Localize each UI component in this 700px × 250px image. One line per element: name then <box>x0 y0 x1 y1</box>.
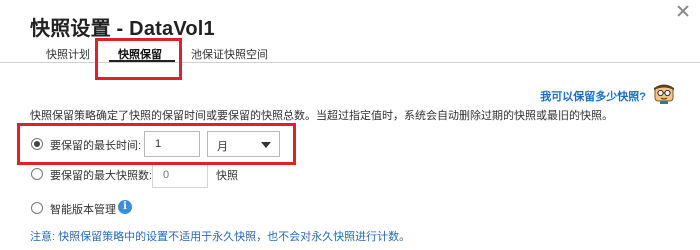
max-count-input[interactable] <box>152 162 208 188</box>
dialog-title: 快照设置 - DataVol1 <box>30 18 215 40</box>
max-count-radio[interactable] <box>31 168 43 180</box>
close-icon[interactable] <box>676 4 690 18</box>
smart-versioning-label: 智能版本管理 <box>50 204 116 216</box>
help-assistant-icon[interactable] <box>652 82 676 104</box>
option-highlight-box <box>17 123 296 165</box>
max-count-label: 要保留的最大快照数: <box>50 170 153 182</box>
retention-note: 注意: 快照保留策略中的设置不适用于永久快照，也不会对永久快照进行计数。 <box>30 231 411 243</box>
help-link[interactable]: 我可以保留多少快照? <box>540 88 646 104</box>
max-count-unit: 快照 <box>216 170 238 182</box>
tab-highlight-box <box>95 38 182 80</box>
tab-snapshot-schedule[interactable]: 快照计划 <box>46 46 90 62</box>
smart-versioning-radio[interactable] <box>31 202 43 214</box>
retention-description: 快照保留策略确定了快照的保留时间或要保留的快照总数。当超过指定值时，系统会自动删… <box>30 110 613 122</box>
tab-pool-guaranteed-space[interactable]: 池保证快照空间 <box>191 46 268 62</box>
info-icon[interactable]: i <box>118 200 132 214</box>
